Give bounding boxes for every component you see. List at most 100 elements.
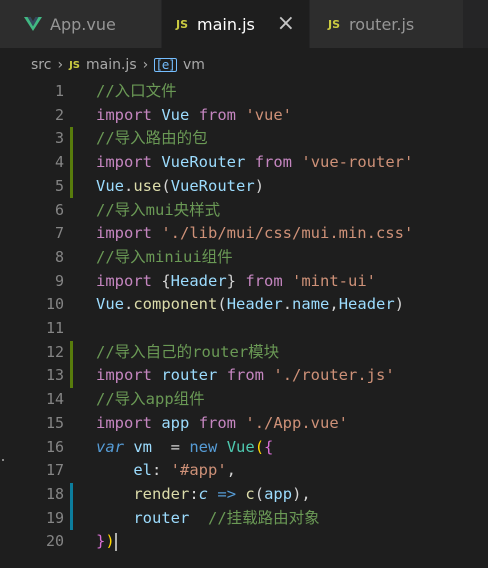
code-token: './App.vue' xyxy=(245,413,349,432)
code-line[interactable]: 8 //导入miniui组件 xyxy=(0,246,488,270)
code-token: render xyxy=(133,484,190,503)
js-icon: JS xyxy=(69,59,80,71)
code-text: import {Header} from 'mint-ui' xyxy=(96,270,376,294)
line-number: 8 xyxy=(54,247,64,266)
code-token: Vue xyxy=(96,176,124,195)
code-token: use xyxy=(133,176,162,195)
code-token: ), xyxy=(292,484,311,503)
code-token: import xyxy=(96,413,152,432)
code-line[interactable]: 4 import VueRouter from 'vue-router' xyxy=(0,151,488,175)
code-token: ( xyxy=(217,295,227,314)
code-token: //入口文件 xyxy=(96,82,177,100)
code-line[interactable]: 9 import {Header} from 'mint-ui' xyxy=(0,270,488,294)
code-token: import xyxy=(96,366,152,385)
breadcrumb-file[interactable]: main.js xyxy=(86,57,137,73)
code-token: . xyxy=(124,176,134,195)
code-line[interactable]: 7 import './lib/mui/css/mui.min.css' xyxy=(0,222,488,246)
code-line[interactable]: 2 import Vue from 'vue' xyxy=(0,104,488,128)
code-token: : xyxy=(189,484,199,503)
line-number: 19 xyxy=(45,508,64,527)
code-token: ) xyxy=(394,295,405,314)
line-number: 12 xyxy=(45,342,64,361)
line-number: 14 xyxy=(45,390,64,409)
code-line[interactable]: 15 import app from './App.vue' xyxy=(0,412,488,436)
code-token: from xyxy=(226,366,265,385)
code-token: 'vue-router' xyxy=(301,153,414,172)
breadcrumb-folder[interactable]: src xyxy=(31,57,51,73)
code-token: ( xyxy=(254,484,265,503)
close-icon[interactable]: × xyxy=(277,13,295,35)
code-token: router xyxy=(133,508,190,527)
code-token: { xyxy=(152,271,171,290)
line-number: 9 xyxy=(54,271,64,290)
code-editor[interactable]: 1 //入口文件 2 import Vue from 'vue' 3 //导入路由的包 4 i… xyxy=(0,80,488,568)
git-added-marker[interactable] xyxy=(70,127,73,152)
code-text: Vue.component(Header.name,Header) xyxy=(96,293,404,317)
code-token: : xyxy=(152,461,171,480)
code-line[interactable]: 17 el: '#app', xyxy=(0,459,488,483)
code-line[interactable]: 19 router //挂载路由对象 xyxy=(0,506,488,531)
code-token: VueRouter xyxy=(161,153,246,172)
code-line[interactable]: 6 //导入mui央样式 xyxy=(0,199,488,223)
code-token: . xyxy=(124,295,134,314)
code-line[interactable]: 16 var vm = new Vue({ xyxy=(0,436,488,460)
git-added-marker[interactable] xyxy=(70,151,73,175)
code-token: . xyxy=(282,295,293,314)
line-number: 3 xyxy=(54,129,64,148)
code-text: //导入mui央样式 xyxy=(96,199,220,223)
code-token: ( xyxy=(254,437,265,456)
code-token: from xyxy=(198,105,237,124)
code-text: render:c => c(app), xyxy=(96,483,311,507)
code-token: //导入自己的router模块 xyxy=(96,342,280,361)
code-line[interactable]: 20}) xyxy=(0,530,488,554)
git-modified-marker[interactable] xyxy=(70,482,73,507)
tab-router-js[interactable]: JS router.js xyxy=(310,0,464,48)
tab-main-js[interactable]: JS main.js × xyxy=(162,0,310,48)
breadcrumb: src › JS main.js › [e] vm xyxy=(0,48,488,82)
code-token: from xyxy=(245,271,283,290)
code-line[interactable]: 18 render:c => c(app), xyxy=(0,482,488,507)
code-token: 'vue' xyxy=(245,105,293,124)
code-line[interactable]: 10 Vue.component(Header.name,Header) xyxy=(0,293,488,317)
code-token: ) xyxy=(105,532,115,551)
line-number: 7 xyxy=(54,224,64,243)
line-number: 10 xyxy=(45,295,64,314)
code-line[interactable]: 13 import router from './router.js' xyxy=(0,364,488,389)
breadcrumb-symbol[interactable]: vm xyxy=(183,57,205,73)
line-number: 18 xyxy=(45,484,64,503)
git-added-marker[interactable] xyxy=(70,364,73,389)
code-token: '#app' xyxy=(170,461,227,480)
tab-app-vue[interactable]: App.vue xyxy=(0,0,162,48)
git-modified-marker[interactable] xyxy=(70,506,73,531)
code-line[interactable]: 3 //导入路由的包 xyxy=(0,127,488,152)
variable-icon: [e] xyxy=(154,58,177,72)
code-line[interactable]: 14 //导入app组件 xyxy=(0,388,488,412)
code-token: //导入mui央样式 xyxy=(96,200,221,219)
js-icon: JS xyxy=(176,17,189,31)
code-line[interactable]: 5 Vue.use(VueRouter) xyxy=(0,174,488,199)
git-added-marker[interactable] xyxy=(70,340,73,365)
line-number: 4 xyxy=(54,153,64,172)
git-added-marker[interactable] xyxy=(70,174,73,199)
code-text: //入口文件 xyxy=(96,80,177,104)
code-token: component xyxy=(133,295,218,314)
gutter-dot xyxy=(2,459,4,461)
code-text: import router from './router.js' xyxy=(96,364,395,388)
code-line[interactable]: 1 //入口文件 xyxy=(0,80,488,104)
code-line[interactable]: 11 xyxy=(0,317,488,341)
code-text: Vue.use(VueRouter) xyxy=(96,175,264,199)
code-line[interactable]: 12 //导入自己的router模块 xyxy=(0,340,488,365)
